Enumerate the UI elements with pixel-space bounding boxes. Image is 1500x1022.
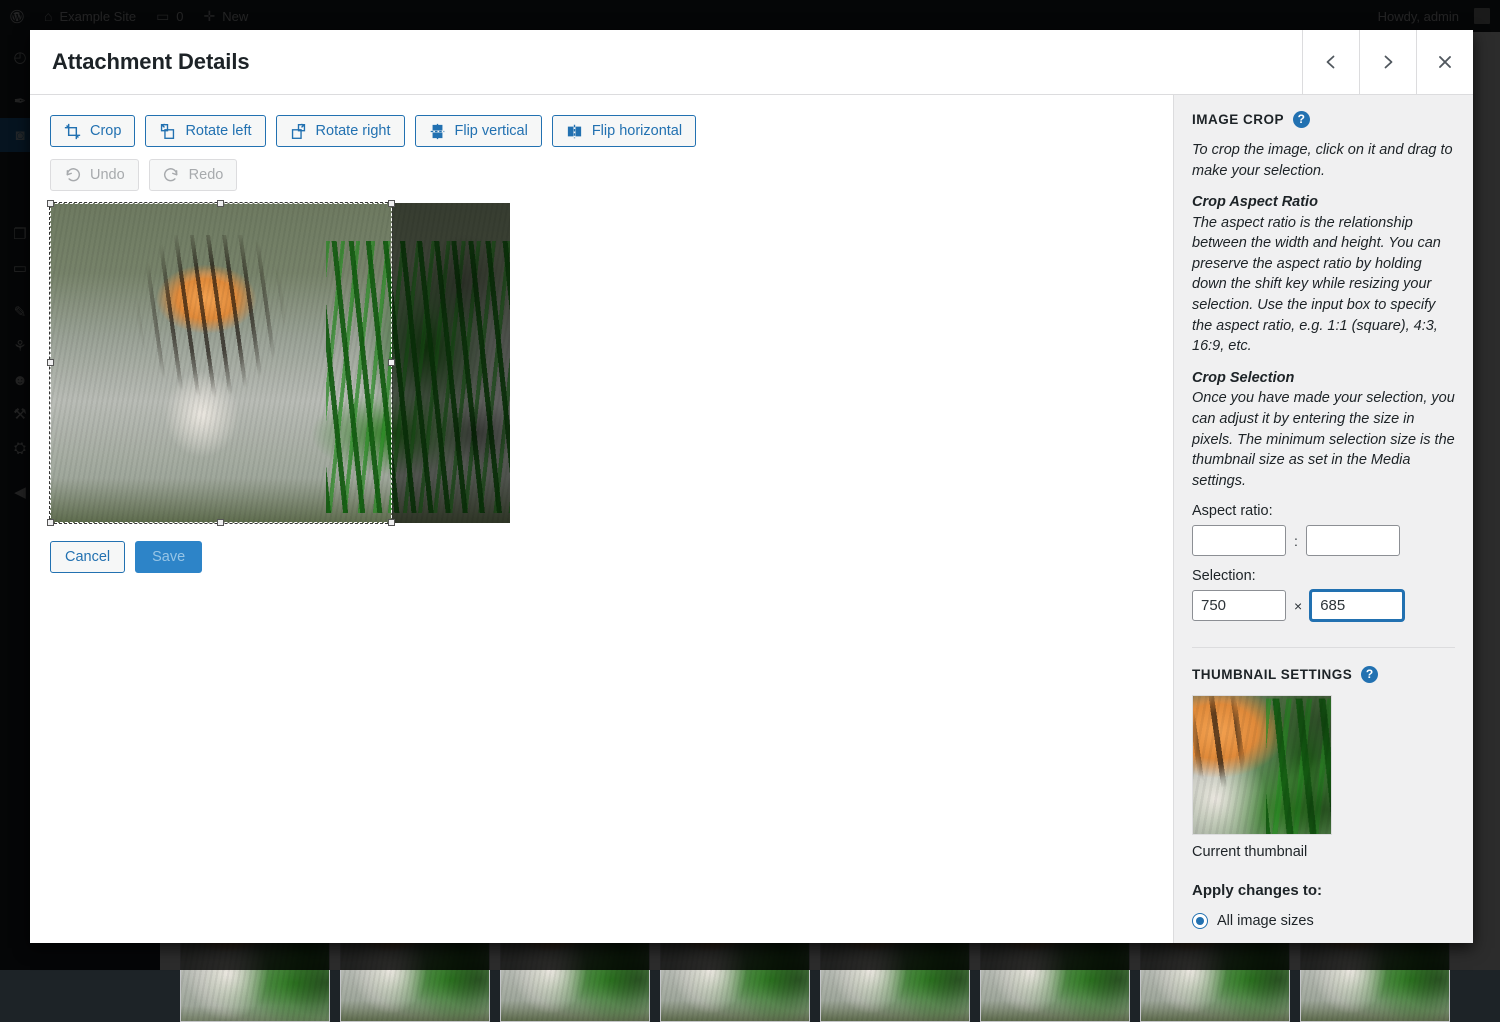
cancel-button[interactable]: Cancel [50, 541, 125, 573]
redo-button[interactable]: Redo [149, 159, 238, 191]
modal-header: Attachment Details [30, 30, 1473, 95]
redo-icon [163, 167, 180, 184]
thumbnail-photo [1192, 695, 1332, 835]
page-title: Attachment Details [30, 30, 1302, 94]
flip-horizontal-icon [566, 123, 583, 140]
crop-selection-heading: Crop Selection [1192, 368, 1455, 389]
close-x-icon [1437, 54, 1453, 70]
undo-icon [64, 167, 81, 184]
crop-handle-se[interactable] [388, 519, 395, 526]
rotate-left-button[interactable]: Rotate left [145, 115, 265, 147]
apply-option-all-sizes[interactable]: All image sizes [1192, 913, 1455, 929]
crop-button-label: Crop [90, 123, 121, 139]
flip-vertical-button[interactable]: Flip vertical [415, 115, 542, 147]
thumbnail-settings-section-title: THUMBNAIL SETTINGS ? [1192, 666, 1455, 683]
image-crop-canvas[interactable] [50, 203, 510, 523]
crop-shade-right [392, 203, 510, 523]
grass-decor [1266, 698, 1332, 835]
image-editor-pane: Crop Rotate left Rotate right [30, 95, 1173, 943]
flip-vertical-button-label: Flip vertical [455, 123, 528, 139]
crop-aspect-ratio-heading: Crop Aspect Ratio [1192, 192, 1455, 213]
redo-button-label: Redo [189, 167, 224, 183]
sidebar-divider [1192, 647, 1455, 648]
image-editor-toolbar-history: Undo Redo [50, 159, 1153, 191]
crop-handle-e[interactable] [388, 359, 395, 366]
image-crop-heading: IMAGE CROP [1192, 112, 1284, 127]
flip-horizontal-button-label: Flip horizontal [592, 123, 682, 139]
radio-all-image-sizes[interactable] [1192, 913, 1208, 929]
crop-handle-nw[interactable] [47, 200, 54, 207]
thumbnail-settings-heading: THUMBNAIL SETTINGS [1192, 667, 1352, 682]
flip-vertical-icon [429, 123, 446, 140]
chevron-right-icon [1380, 54, 1396, 70]
apply-changes-label: Apply changes to: [1192, 882, 1455, 899]
rotate-right-button[interactable]: Rotate right [276, 115, 405, 147]
save-button[interactable]: Save [135, 541, 202, 573]
thumbnail-caption: Current thumbnail [1192, 844, 1455, 860]
selection-width-input[interactable] [1192, 590, 1286, 621]
selection-label: Selection: [1192, 568, 1455, 584]
crop-handle-w[interactable] [47, 359, 54, 366]
image-editor-toolbar-primary: Crop Rotate left Rotate right [50, 115, 1153, 147]
selection-row: × [1192, 590, 1455, 621]
flip-horizontal-button[interactable]: Flip horizontal [552, 115, 696, 147]
prev-media-button[interactable] [1302, 30, 1359, 94]
selection-height-input[interactable] [1310, 590, 1404, 621]
help-question-icon[interactable]: ? [1293, 111, 1310, 128]
crop-selection-body: Once you have made your selection, you c… [1192, 388, 1455, 491]
crop-handle-ne[interactable] [388, 200, 395, 207]
crop-handle-sw[interactable] [47, 519, 54, 526]
image-crop-intro: To crop the image, click on it and drag … [1192, 140, 1455, 181]
rotate-left-button-label: Rotate left [185, 123, 251, 139]
close-modal-button[interactable] [1416, 30, 1473, 94]
current-thumbnail-preview [1192, 695, 1332, 835]
crop-handle-s[interactable] [217, 519, 224, 526]
next-media-button[interactable] [1359, 30, 1416, 94]
undo-button-label: Undo [90, 167, 125, 183]
rotate-right-button-label: Rotate right [316, 123, 391, 139]
rotate-left-icon [159, 123, 176, 140]
crop-aspect-ratio-body: The aspect ratio is the relationship bet… [1192, 213, 1455, 357]
crop-selection-box[interactable] [50, 203, 392, 523]
attachment-details-modal: Attachment Details Cr [30, 30, 1473, 943]
aspect-ratio-label: Aspect ratio: [1192, 503, 1455, 519]
chevron-left-icon [1323, 54, 1339, 70]
aspect-ratio-separator: : [1294, 533, 1298, 549]
tiger-stripes-decor [1192, 695, 1253, 835]
crop-icon [64, 123, 81, 140]
aspect-ratio-width-input[interactable] [1192, 525, 1286, 556]
rotate-right-icon [290, 123, 307, 140]
editor-action-row: Cancel Save [50, 541, 1153, 573]
aspect-ratio-row: : [1192, 525, 1455, 556]
crop-button[interactable]: Crop [50, 115, 135, 147]
image-editor-sidebar: IMAGE CROP ? To crop the image, click on… [1173, 95, 1473, 943]
crop-handle-n[interactable] [217, 200, 224, 207]
undo-button[interactable]: Undo [50, 159, 139, 191]
help-question-icon[interactable]: ? [1361, 666, 1378, 683]
aspect-ratio-height-input[interactable] [1306, 525, 1400, 556]
radio-label: All image sizes [1217, 913, 1314, 929]
selection-separator: × [1294, 598, 1302, 614]
image-crop-section-title: IMAGE CROP ? [1192, 111, 1455, 128]
modal-body: Crop Rotate left Rotate right [30, 95, 1473, 943]
